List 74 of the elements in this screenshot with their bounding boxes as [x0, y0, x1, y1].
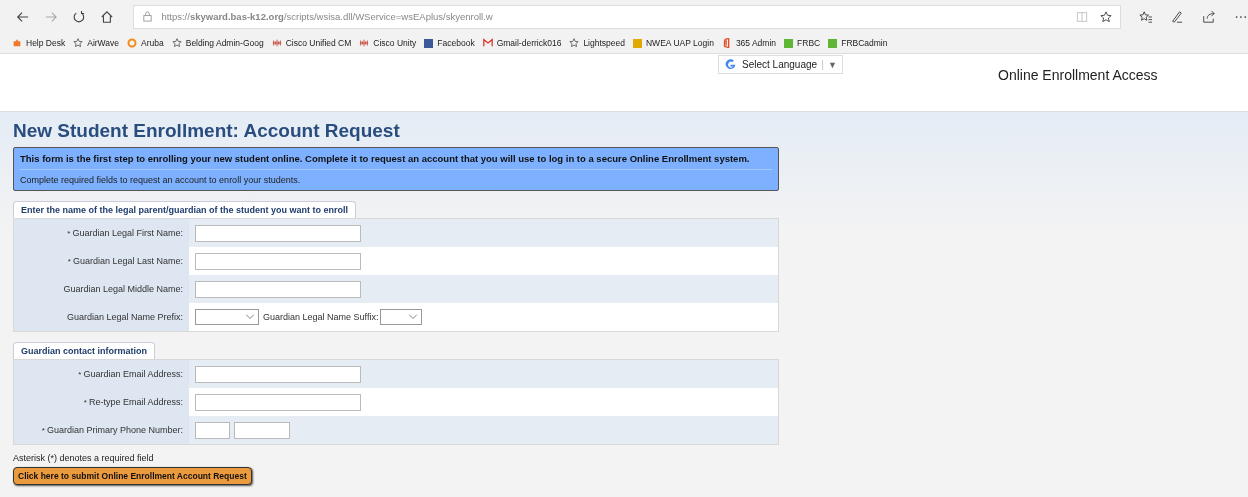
reading-view-icon[interactable]: [1075, 10, 1088, 23]
star-icon: [171, 38, 182, 48]
page-title: New Student Enrollment: Account Request: [13, 120, 401, 142]
forward-icon[interactable]: [43, 9, 58, 24]
bookmark-link[interactable]: Lightspeed: [569, 38, 625, 48]
bookmark-label: Cisco Unified CM: [285, 38, 352, 48]
submit-button[interactable]: Click here to submit Online Enrollment Account Request: [13, 467, 252, 485]
refresh-icon[interactable]: [71, 9, 86, 24]
bookmark-link[interactable]: Belding Admin-Goog: [171, 38, 264, 48]
bookmark-link[interactable]: Cisco Unified CM: [271, 38, 352, 48]
bookmark-label: Belding Admin-Goog: [185, 38, 264, 48]
field-label: Guardian Legal Middle Name:: [14, 275, 189, 303]
bookmark-link[interactable]: FRBC: [784, 38, 821, 48]
bookmark-label: Help Desk: [26, 38, 66, 48]
bookmark-label: FRBCadmin: [841, 38, 888, 48]
bookmark-link[interactable]: Gmail-derrick016: [482, 38, 562, 48]
bookmark-label: Facebook: [437, 38, 475, 48]
field-label: * Guardian Email Address:: [14, 360, 189, 388]
input-field[interactable]: [195, 280, 361, 298]
notice-text: Complete required fields to request an account to enroll your students.: [20, 174, 302, 185]
bookmark-label: NWEA UAP Login: [646, 38, 714, 48]
field-label: * Guardian Primary Phone Number:: [14, 416, 189, 444]
field-label: * Re-type Email Address:: [14, 388, 189, 416]
favorites-icon[interactable]: [1138, 9, 1153, 24]
input-field[interactable]: [195, 252, 361, 270]
bookmark-label: Cisco Unity: [373, 38, 417, 48]
bookmark-label: Gmail-derrick016: [496, 38, 562, 48]
back-icon[interactable]: [16, 9, 30, 24]
g-logo-icon: [724, 58, 737, 71]
share-icon[interactable]: [1202, 9, 1217, 24]
bookmark-link[interactable]: Help Desk: [12, 38, 66, 48]
bookmark-label: 365 Admin: [735, 38, 777, 48]
field-label: Guardian Legal Name Prefix:: [14, 303, 189, 331]
language-select[interactable]: Select Language ▼: [718, 55, 843, 74]
bookmark-link[interactable]: Facebook: [424, 38, 475, 48]
home-icon[interactable]: [99, 9, 114, 24]
notice-headline: This form is the first step to enrolling your new student online. Complete it to request an account that you will use to log in to a secure Online Enrollment system.: [20, 153, 772, 170]
puzzle-icon: [12, 38, 22, 48]
star-icon[interactable]: [1099, 10, 1112, 23]
dropdown[interactable]: [195, 309, 259, 325]
footnote: Asterisk (*) denotes a required field: [13, 453, 155, 463]
bookmark-label: AirWave: [87, 38, 120, 48]
field-label: * Guardian Legal Last Name:: [14, 247, 189, 275]
star-icon: [73, 38, 84, 48]
url-text: https://skyward.bas-k12.org/scripts/wsisa.dll/WService=wsEAplus/skyenroll.w: [161, 11, 493, 22]
pen-icon[interactable]: [1170, 9, 1185, 24]
input-field[interactable]: [234, 421, 290, 439]
input-field[interactable]: [195, 421, 230, 439]
bars-icon: [359, 38, 370, 48]
field-label: * Guardian Legal First Name:: [14, 219, 189, 247]
bookmark-label: FRBC: [797, 38, 821, 48]
bookmark-link[interactable]: 365 Admin: [721, 38, 777, 48]
bookmark-link[interactable]: AirWave: [73, 38, 120, 48]
ring-icon: [127, 38, 138, 48]
bars-icon: [271, 38, 282, 48]
mail-icon: [482, 38, 493, 48]
bookmark-link[interactable]: Cisco Unity: [359, 38, 417, 48]
bookmark-link[interactable]: FRBCadmin: [828, 38, 888, 48]
chevron-icon: [245, 314, 255, 320]
address-bar[interactable]: https://skyward.bas-k12.org/scripts/wsisa.dll/WService=wsEAplus/skyenroll.w: [133, 4, 1121, 29]
bookmark-label: Lightspeed: [583, 38, 625, 48]
site-title: Online Enrollment Access: [998, 67, 1158, 83]
input-field[interactable]: [195, 393, 361, 411]
bookmark-label: Aruba: [141, 38, 164, 48]
dropdown[interactable]: [380, 309, 423, 325]
bookmark-link[interactable]: Aruba: [127, 38, 164, 48]
bookmark-link[interactable]: NWEA UAP Login: [633, 38, 714, 48]
office-icon: [721, 38, 732, 48]
input-field[interactable]: [195, 224, 361, 242]
chevron-icon: [408, 314, 419, 320]
field-label: Guardian Legal Name Suffix:: [263, 312, 379, 322]
input-field[interactable]: [195, 365, 361, 383]
lock-icon: [142, 11, 154, 22]
star-icon: [569, 38, 580, 48]
